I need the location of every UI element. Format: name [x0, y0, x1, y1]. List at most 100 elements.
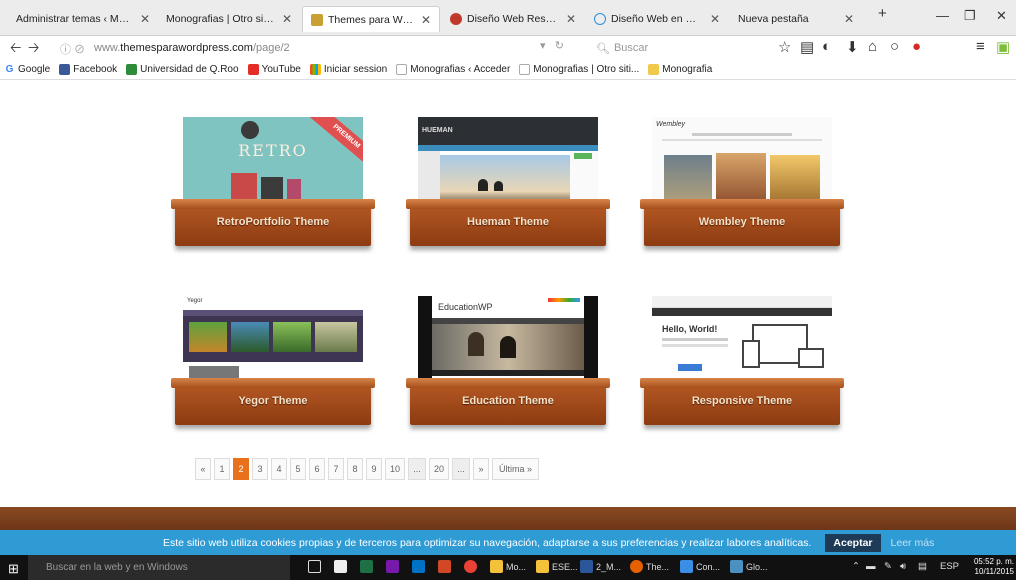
taskbar-search-input[interactable]: Buscar en la web y en Windows: [28, 555, 290, 580]
bookmark-iniciar-session[interactable]: Iniciar session: [309, 64, 387, 75]
download-icon[interactable]: ⬇: [846, 38, 859, 56]
theme-screenshot[interactable]: EducationWP: [418, 296, 598, 386]
task-view-icon[interactable]: [308, 560, 324, 573]
bookmark-star-icon[interactable]: ☆: [778, 38, 791, 56]
close-window-button[interactable]: ✕: [996, 8, 1007, 24]
pagination-page-7[interactable]: 7: [328, 458, 344, 480]
theme-screenshot[interactable]: HUEMAN: [418, 117, 598, 207]
taskbar-app-con[interactable]: Con...: [680, 560, 720, 573]
theme-name[interactable]: Wembley Theme: [644, 216, 840, 228]
home-icon[interactable]: ⌂: [868, 38, 877, 55]
powerpoint-icon[interactable]: [438, 560, 454, 573]
pagination-page-4[interactable]: 4: [271, 458, 287, 480]
taskbar-app-firefox[interactable]: The...: [630, 560, 669, 573]
taskbar-app-mo[interactable]: Mo...: [490, 560, 526, 573]
tray-up-arrow-icon[interactable]: ⌃: [852, 561, 860, 572]
theme-card-education[interactable]: EducationWP Education Theme: [406, 296, 610, 426]
pagination-page-5[interactable]: 5: [290, 458, 306, 480]
theme-name[interactable]: Education Theme: [410, 395, 606, 407]
pagination-page-2-current[interactable]: 2: [233, 458, 249, 480]
bookmark-google[interactable]: G Google: [4, 64, 51, 75]
taskbar-app-glo[interactable]: Glo...: [730, 560, 768, 573]
store-icon[interactable]: [334, 560, 350, 573]
pagination-last[interactable]: Última »: [492, 458, 540, 480]
search-input[interactable]: 🔍︎ Buscar: [586, 38, 766, 58]
tab-title: Diseño Web Responsiv...: [467, 13, 560, 25]
site-identity-icon[interactable]: ⓘ ⊘: [60, 41, 85, 57]
pagination-page-9[interactable]: 9: [366, 458, 382, 480]
close-tab-icon[interactable]: ✕: [140, 12, 150, 26]
pagination-page-3[interactable]: 3: [252, 458, 268, 480]
pagination-page-6[interactable]: 6: [309, 458, 325, 480]
reading-list-icon[interactable]: ▤: [800, 38, 814, 56]
tab-diseno-responsive[interactable]: Diseño Web Responsiv... ✕: [442, 6, 584, 32]
close-tab-icon[interactable]: ✕: [710, 12, 720, 26]
chrome-icon[interactable]: [464, 560, 480, 573]
chat-icon[interactable]: ○: [890, 38, 899, 55]
close-tab-icon[interactable]: ✕: [844, 12, 854, 26]
extension-icon[interactable]: ▣: [996, 38, 1010, 56]
tab-monografias[interactable]: Monografias | Otro sitio re... ✕: [158, 6, 300, 32]
theme-card-retroportfolio[interactable]: RETRO PREMIUM RetroPortfolio Theme: [171, 117, 375, 247]
theme-name[interactable]: Yegor Theme: [175, 395, 371, 407]
pagination-next[interactable]: »: [473, 458, 490, 480]
pagination-prev[interactable]: «: [195, 458, 211, 480]
pocket-icon[interactable]: ◐: [822, 38, 831, 55]
reload-icon[interactable]: ▾ ↻: [540, 39, 564, 52]
theme-screenshot[interactable]: Yegor: [183, 296, 363, 386]
menu-icon[interactable]: ≡: [976, 38, 985, 55]
back-button[interactable]: 🡠: [10, 37, 21, 61]
tab-themes-para-wordpress[interactable]: Themes para Wordpre... ✕: [302, 6, 440, 32]
close-tab-icon[interactable]: ✕: [421, 13, 431, 27]
bookmark-monografia[interactable]: Monografia: [648, 64, 712, 75]
theme-banner: Wembley: [656, 121, 686, 128]
theme-screenshot[interactable]: Hello, World!: [652, 296, 832, 386]
theme-screenshot[interactable]: Wembley: [652, 117, 832, 207]
onenote-icon[interactable]: [386, 560, 402, 573]
notification-icon[interactable]: ▤: [918, 561, 927, 572]
pagination-page-8[interactable]: 8: [347, 458, 363, 480]
theme-card-wembley[interactable]: Wembley Wembley Theme: [640, 117, 844, 247]
bookmark-youtube[interactable]: YouTube: [247, 64, 301, 75]
tab-title: Themes para Wordpre...: [328, 13, 415, 26]
read-more-link[interactable]: Leer más: [891, 537, 935, 549]
adblock-icon[interactable]: ●: [912, 38, 921, 55]
minimize-button[interactable]: —: [936, 8, 949, 23]
new-tab-button[interactable]: +: [878, 5, 887, 22]
outlook-icon[interactable]: [412, 560, 428, 573]
control-panel-icon: [680, 560, 693, 573]
theme-card-hueman[interactable]: HUEMAN Hueman Theme: [406, 117, 610, 247]
language-indicator[interactable]: ESP: [940, 561, 959, 572]
tab-diseno-wordpress[interactable]: Diseño Web en WordP... ✕: [586, 6, 728, 32]
tab-nueva-pestana[interactable]: Nueva pestaña ✕: [730, 6, 862, 32]
theme-screenshot[interactable]: RETRO PREMIUM: [183, 117, 363, 207]
theme-name[interactable]: RetroPortfolio Theme: [175, 216, 371, 228]
volume-icon[interactable]: 🔊︎: [900, 561, 906, 572]
pagination-gap: ...: [408, 458, 427, 480]
taskbar-clock[interactable]: 05:52 p. m. 10/11/2015: [968, 557, 1014, 577]
bookmark-facebook[interactable]: Facebook: [59, 64, 117, 75]
pagination-page-20[interactable]: 20: [429, 458, 450, 480]
close-tab-icon[interactable]: ✕: [282, 12, 292, 26]
bookmark-monografias-acceder[interactable]: Monografias ‹ Acceder: [396, 64, 510, 75]
pagination-page-1[interactable]: 1: [214, 458, 230, 480]
excel-icon[interactable]: [360, 560, 376, 573]
forward-button[interactable]: 🡢: [28, 37, 39, 61]
taskbar-app-ese[interactable]: ESE...: [536, 560, 578, 573]
theme-card-responsive[interactable]: Hello, World! Responsive Theme: [640, 296, 844, 426]
theme-name[interactable]: Hueman Theme: [410, 216, 606, 228]
accept-cookies-button[interactable]: Aceptar: [825, 533, 881, 552]
theme-name[interactable]: Responsive Theme: [644, 395, 840, 407]
bookmark-universidad[interactable]: Universidad de Q.Roo: [126, 64, 239, 75]
windows-start-icon[interactable]: ⊞: [8, 561, 19, 577]
network-icon[interactable]: ▬: [866, 561, 876, 572]
pen-icon[interactable]: ✎: [884, 561, 892, 572]
address-bar[interactable]: ⓘ ⊘ www. themesparawordpress.com/page/2: [56, 38, 576, 58]
pagination-page-10[interactable]: 10: [385, 458, 406, 480]
theme-card-yegor[interactable]: Yegor Yegor Theme: [171, 296, 375, 426]
tab-administrar-temas[interactable]: Administrar temas ‹ Mono... ✕: [8, 6, 158, 32]
bookmark-monografias-otro[interactable]: Monografias | Otro siti...: [519, 64, 639, 75]
close-tab-icon[interactable]: ✕: [566, 12, 576, 26]
taskbar-app-word[interactable]: 2_M...: [580, 560, 621, 573]
maximize-button[interactable]: ❐: [964, 8, 976, 24]
